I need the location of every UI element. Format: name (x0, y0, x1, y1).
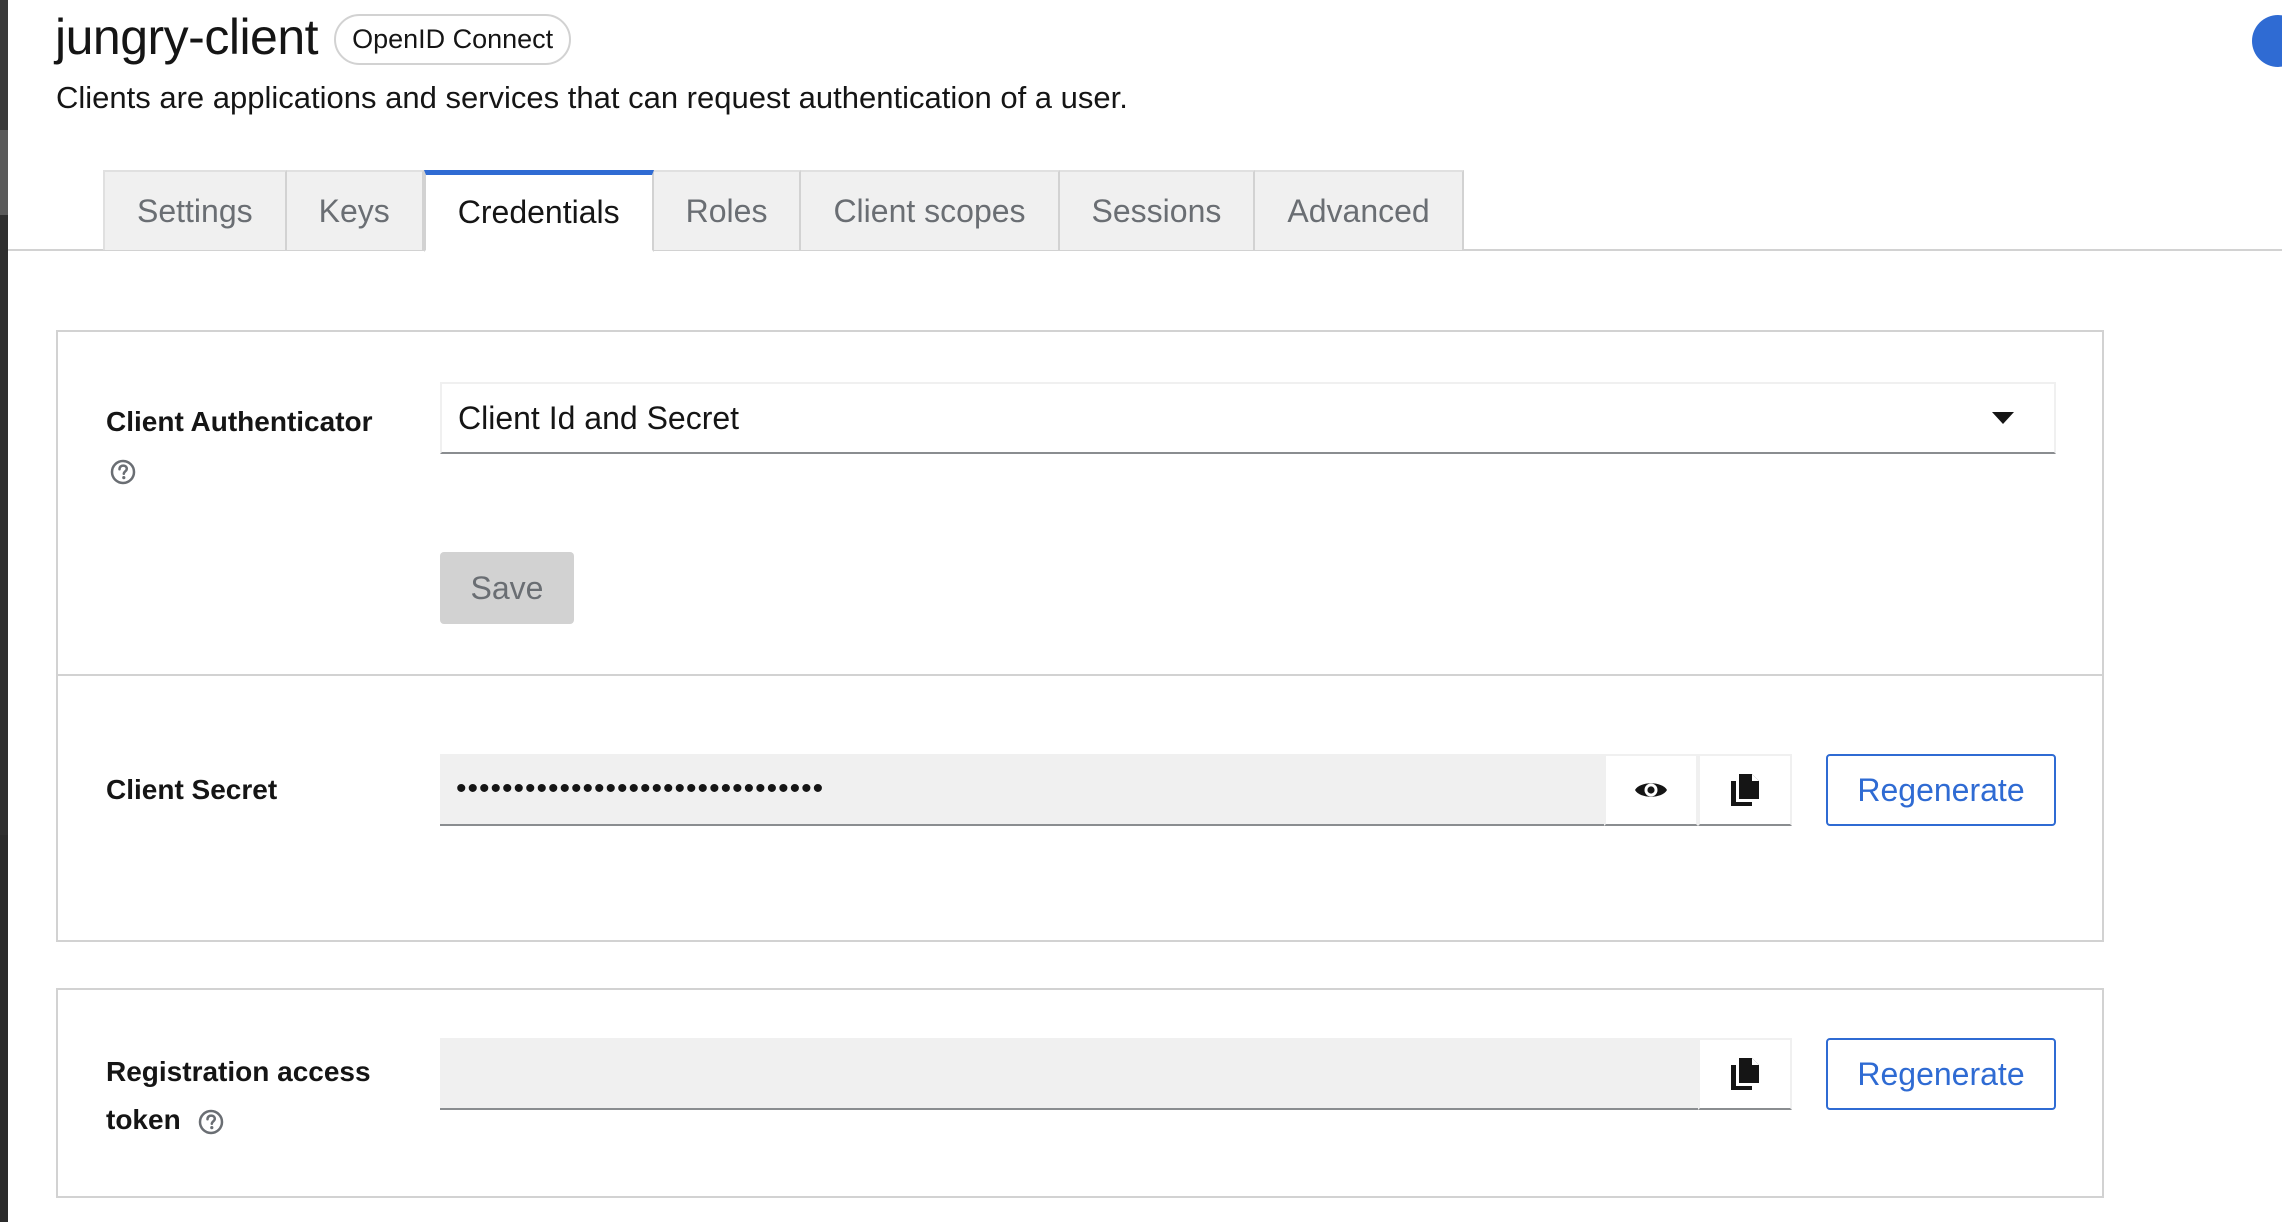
client-secret-label: Client Secret (106, 774, 278, 805)
client-secret-group: •••••••••••••••••••••••••••••••• (440, 754, 1792, 826)
copy-icon (1731, 1058, 1759, 1090)
regenerate-token-button[interactable]: Regenerate (1826, 1038, 2056, 1110)
header: jungry-client OpenID Connect (55, 8, 572, 66)
registration-token-group (440, 1038, 1792, 1110)
show-secret-button[interactable] (1604, 754, 1698, 826)
copy-token-button[interactable] (1698, 1038, 1792, 1110)
registration-token-card: Registration access token Regenerate (56, 988, 2104, 1198)
tab-keys[interactable]: Keys (286, 170, 424, 250)
client-authenticator-value: Client Id and Secret (458, 399, 740, 436)
client-authenticator-select[interactable]: Client Id and Secret (440, 382, 2056, 454)
caret-down-icon (1992, 412, 2014, 424)
help-circle-icon[interactable] (110, 459, 136, 485)
tab-bar: Settings Keys Credentials Roles Client s… (103, 170, 1464, 252)
copy-icon (1731, 774, 1759, 806)
eye-icon (1635, 783, 1667, 797)
protocol-badge: OpenID Connect (334, 13, 572, 65)
regenerate-secret-button[interactable]: Regenerate (1826, 754, 2056, 826)
tab-settings[interactable]: Settings (103, 170, 287, 250)
copy-secret-button[interactable] (1698, 754, 1792, 826)
tab-credentials[interactable]: Credentials (423, 170, 654, 252)
help-circle-icon[interactable] (198, 1109, 224, 1135)
tab-client-scopes[interactable]: Client scopes (801, 170, 1060, 250)
registration-token-label: Registration access token (106, 1056, 371, 1135)
page-title: jungry-client (55, 9, 319, 65)
client-authenticator-label: Client Authenticator (106, 398, 396, 494)
credentials-card: Client Authenticator Client Id and Secre… (56, 330, 2104, 942)
save-button[interactable]: Save (440, 552, 574, 624)
avatar[interactable] (2252, 15, 2282, 67)
registration-token-field[interactable] (440, 1038, 1698, 1110)
tab-sessions[interactable]: Sessions (1059, 170, 1256, 250)
page-description: Clients are applications and services th… (56, 80, 1128, 115)
tab-advanced[interactable]: Advanced (1255, 170, 1464, 250)
section-divider (58, 674, 2102, 676)
sidebar-edge (0, 0, 8, 1222)
client-secret-field[interactable]: •••••••••••••••••••••••••••••••• (440, 754, 1604, 826)
tab-roles[interactable]: Roles (653, 170, 802, 250)
page: jungry-client OpenID Connect Clients are… (0, 0, 2282, 1222)
